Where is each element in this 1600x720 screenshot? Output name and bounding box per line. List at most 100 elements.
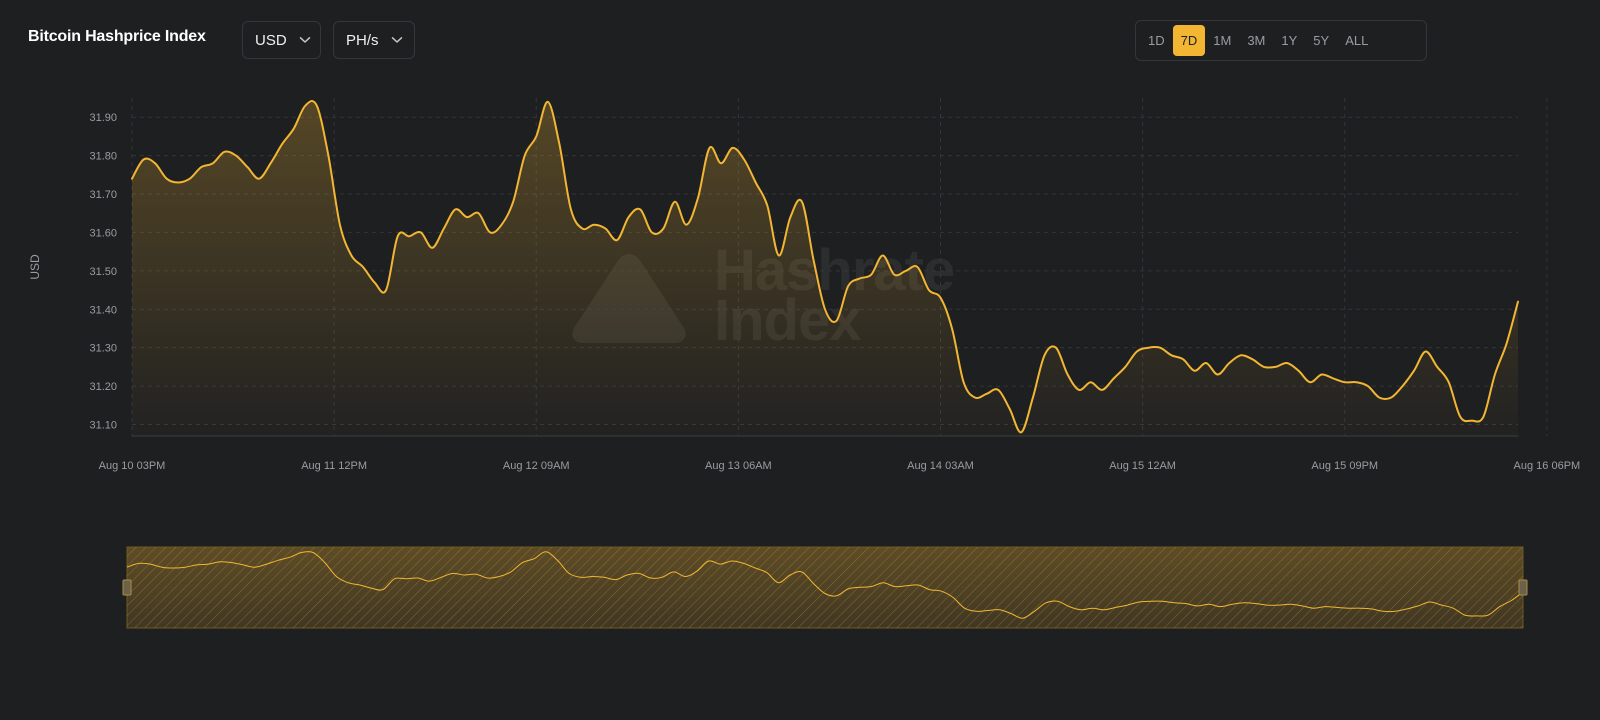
series-area — [132, 100, 1518, 437]
data-point — [697, 197, 699, 199]
data-point — [1413, 370, 1415, 372]
data-point — [385, 289, 387, 291]
data-point — [1147, 347, 1149, 349]
data-point — [1136, 351, 1138, 353]
data-point — [743, 159, 745, 161]
data-point — [1275, 366, 1277, 368]
y-tick-label: 31.20 — [89, 381, 117, 393]
data-point — [143, 159, 145, 161]
data-point — [1494, 374, 1496, 376]
data-point — [1171, 354, 1173, 356]
data-point — [408, 235, 410, 237]
data-point — [339, 224, 341, 226]
data-point — [755, 182, 757, 184]
data-point — [397, 235, 399, 237]
data-point — [824, 308, 826, 310]
data-point — [928, 289, 930, 291]
data-point — [974, 397, 976, 399]
data-point — [801, 201, 803, 203]
navigator-hatch — [127, 547, 1523, 628]
data-point — [1251, 358, 1253, 360]
data-point — [1055, 347, 1057, 349]
data-point — [431, 247, 433, 249]
data-point — [720, 162, 722, 164]
data-point — [605, 228, 607, 230]
data-point — [235, 155, 237, 157]
data-point — [293, 128, 295, 130]
x-tick-label: Aug 15 09PM — [1311, 460, 1378, 472]
data-point — [1101, 389, 1103, 391]
data-point — [1032, 397, 1034, 399]
data-point — [281, 143, 283, 145]
data-point — [639, 208, 641, 210]
data-point — [1309, 381, 1311, 383]
y-tick-label: 31.80 — [89, 151, 117, 163]
data-point — [535, 135, 537, 137]
data-point — [778, 255, 780, 257]
x-tick-label: Aug 16 06PM — [1514, 460, 1581, 472]
data-point — [212, 162, 214, 164]
y-axis-label: USD — [28, 254, 42, 280]
data-point — [1482, 416, 1484, 418]
data-point — [420, 231, 422, 233]
data-point — [1378, 397, 1380, 399]
data-point — [258, 178, 260, 180]
data-point — [131, 178, 133, 180]
y-tick-label: 31.70 — [89, 189, 117, 201]
data-point — [350, 255, 352, 257]
data-point — [628, 216, 630, 218]
data-point — [1263, 366, 1265, 368]
data-point — [478, 212, 480, 214]
data-point — [1078, 389, 1080, 391]
x-tick-label: Aug 10 03PM — [99, 460, 166, 472]
data-point — [709, 147, 711, 149]
range-navigator[interactable] — [122, 546, 1528, 629]
data-point — [812, 258, 814, 260]
y-axis: 31.10 31.20 31.30 31.40 31.50 31.60 31.70 31.80… — [89, 112, 117, 431]
data-point — [1425, 351, 1427, 353]
data-point — [247, 166, 249, 168]
data-point — [1298, 370, 1300, 372]
data-point — [489, 231, 491, 233]
data-point — [1448, 381, 1450, 383]
data-point — [963, 381, 965, 383]
data-point — [304, 105, 306, 107]
data-point — [374, 281, 376, 283]
data-point — [1436, 366, 1438, 368]
data-point — [1355, 381, 1357, 383]
data-point — [789, 216, 791, 218]
data-point — [1067, 374, 1069, 376]
y-tick-label: 31.90 — [89, 112, 117, 124]
data-point — [581, 228, 583, 230]
data-point — [1321, 374, 1323, 376]
data-point — [940, 297, 942, 299]
data-point — [616, 239, 618, 241]
data-point — [1182, 358, 1184, 360]
data-point — [986, 393, 988, 395]
data-point — [1506, 343, 1508, 345]
navigator-left-handle[interactable] — [122, 579, 132, 596]
data-point — [951, 328, 953, 330]
data-point — [177, 182, 179, 184]
y-tick-label: 31.10 — [89, 419, 117, 431]
data-point — [154, 162, 156, 164]
data-point — [501, 224, 503, 226]
data-point — [1344, 381, 1346, 383]
data-point — [454, 208, 456, 210]
data-point — [1113, 377, 1115, 379]
data-point — [662, 228, 664, 230]
data-point — [651, 231, 653, 233]
data-point — [732, 147, 734, 149]
data-point — [916, 266, 918, 268]
x-tick-label: Aug 14 03AM — [907, 460, 974, 472]
data-point — [1367, 385, 1369, 387]
navigator-right-handle[interactable] — [1518, 579, 1528, 596]
data-point — [1471, 420, 1473, 422]
data-point — [847, 285, 849, 287]
data-point — [870, 274, 872, 276]
data-point — [316, 105, 318, 107]
x-tick-label: Aug 13 06AM — [705, 460, 772, 472]
data-point — [443, 228, 445, 230]
data-point — [859, 278, 861, 280]
data-point — [1517, 301, 1519, 303]
